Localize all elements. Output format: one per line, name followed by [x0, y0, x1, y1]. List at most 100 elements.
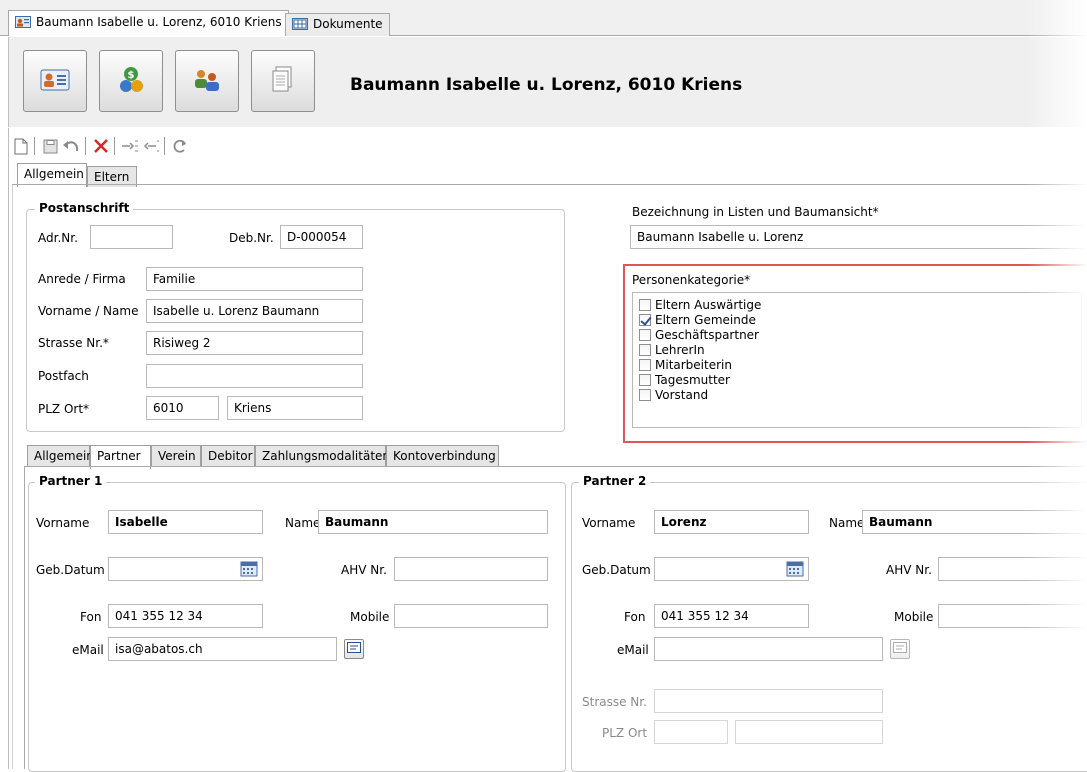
frame-line	[12, 185, 13, 769]
p2-strasse-field[interactable]	[654, 689, 883, 713]
strasse-label: Strasse Nr.*	[38, 336, 109, 350]
category-item[interactable]: Eltern Gemeinde	[639, 313, 756, 327]
postfach-field[interactable]	[146, 364, 363, 388]
send-mail-button[interactable]	[344, 639, 364, 659]
address-button[interactable]	[23, 50, 87, 112]
category-item[interactable]: Geschäftspartner	[639, 328, 759, 342]
separator	[85, 137, 86, 155]
move-in-icon[interactable]	[121, 136, 139, 156]
save-icon[interactable]	[41, 136, 59, 156]
adr-nr-field[interactable]	[90, 225, 173, 249]
checkbox-checked[interactable]	[639, 314, 651, 326]
category-label: Tagesmutter	[655, 373, 730, 387]
bezeichnung-label: Bezeichnung in Listen und Baumansicht*	[632, 205, 879, 219]
move-out-icon[interactable]	[142, 136, 160, 156]
p1-vorname-field[interactable]: Isabelle	[108, 510, 263, 534]
send-mail-button-disabled[interactable]	[890, 639, 910, 659]
category-item[interactable]: LehrerIn	[639, 343, 705, 357]
p1-email-label: eMail	[72, 643, 104, 657]
bezeichnung-field[interactable]: Baumann Isabelle u. Lorenz	[630, 225, 1087, 249]
p2-vorname-label: Vorname	[582, 516, 636, 530]
tab-dokumente[interactable]: Dokumente	[285, 13, 390, 36]
category-label: Mitarbeiterin	[655, 358, 732, 372]
p2-ahv-field[interactable]	[938, 557, 1087, 581]
p1-geb-field[interactable]	[108, 557, 263, 581]
p1-fon-field[interactable]: 041 355 12 34	[108, 604, 263, 628]
p2-email-label: eMail	[617, 643, 649, 657]
new-icon[interactable]	[12, 136, 30, 156]
p2-email-field[interactable]	[654, 637, 883, 661]
svg-text:$: $	[128, 70, 135, 81]
p1-mobile-label: Mobile	[350, 610, 390, 624]
personenkategorie-list: Eltern Auswärtige Eltern Gemeinde Geschä…	[632, 292, 1082, 428]
p2-plz-label: PLZ Ort	[602, 726, 648, 740]
refresh-icon[interactable]	[171, 136, 189, 156]
p2-ahv-label: AHV Nr.	[886, 563, 932, 577]
separator	[164, 137, 165, 155]
p2-geb-label: Geb.Datum	[582, 563, 651, 577]
adr-nr-label: Adr.Nr.	[38, 231, 78, 245]
checkbox[interactable]	[639, 374, 651, 386]
p2-plz-field[interactable]	[654, 720, 728, 744]
tab-kontoverbindung[interactable]: Kontoverbindung	[386, 445, 499, 466]
category-item[interactable]: Mitarbeiterin	[639, 358, 732, 372]
partner1-title: Partner 1	[35, 474, 107, 488]
p2-geb-field[interactable]	[654, 557, 809, 581]
postanschrift-title: Postanschrift	[35, 201, 134, 215]
anrede-label: Anrede / Firma	[38, 272, 126, 286]
category-label: Eltern Auswärtige	[655, 298, 762, 312]
checkbox[interactable]	[639, 299, 651, 311]
p2-name-field[interactable]: Baumann	[862, 510, 1087, 534]
category-label: Geschäftspartner	[655, 328, 759, 342]
tab-debitor[interactable]: Debitor	[201, 445, 255, 466]
postfach-label: Postfach	[38, 369, 89, 383]
strasse-field[interactable]: Risiweg 2	[146, 331, 363, 355]
p1-ahv-field[interactable]	[394, 557, 548, 581]
checkbox[interactable]	[639, 389, 651, 401]
checkbox[interactable]	[639, 344, 651, 356]
plz-field[interactable]: 6010	[146, 396, 219, 420]
anrede-field[interactable]: Familie	[146, 267, 363, 291]
ort-field[interactable]: Kriens	[227, 396, 363, 420]
category-label: LehrerIn	[655, 343, 705, 357]
calendar-icon[interactable]	[240, 561, 258, 577]
p2-mobile-label: Mobile	[894, 610, 934, 624]
p1-ahv-label: AHV Nr.	[341, 563, 387, 577]
finance-button[interactable]: $	[99, 50, 163, 112]
p2-ort-field[interactable]	[735, 720, 883, 744]
calendar-icon[interactable]	[786, 561, 804, 577]
p1-email-field[interactable]: isa@abatos.ch	[108, 637, 337, 661]
category-item[interactable]: Vorstand	[639, 388, 708, 402]
p2-fon-field[interactable]: 041 355 12 34	[654, 604, 809, 628]
tab-dokumente-label: Dokumente	[313, 17, 383, 31]
p1-vorname-label: Vorname	[36, 516, 90, 530]
address-card-icon	[15, 16, 31, 28]
documents-icon	[271, 66, 295, 97]
p1-name-label: Name	[285, 516, 321, 530]
documents-button[interactable]	[251, 50, 315, 112]
p2-vorname-field[interactable]: Lorenz	[654, 510, 809, 534]
grid-table-icon	[292, 18, 308, 30]
undo-icon[interactable]	[62, 136, 80, 156]
checkbox[interactable]	[639, 329, 651, 341]
tab-person-record[interactable]: Baumann Isabelle u. Lorenz, 6010 Kriens	[8, 10, 289, 36]
category-label: Vorstand	[655, 388, 709, 402]
deb-nr-field[interactable]: D-000054	[280, 225, 363, 249]
p2-strasse-label: Strasse Nr.	[582, 695, 647, 709]
p1-geb-label: Geb.Datum	[36, 563, 105, 577]
delete-icon[interactable]	[92, 136, 110, 156]
category-item[interactable]: Tagesmutter	[639, 373, 730, 387]
p2-mobile-field[interactable]	[938, 604, 1087, 628]
vorname-name-field[interactable]: Isabelle u. Lorenz Baumann	[146, 299, 363, 323]
tab-allgemein[interactable]: Allgemein	[27, 445, 94, 466]
people-group-icon	[192, 67, 222, 96]
tab-verein[interactable]: Verein	[151, 445, 201, 466]
p1-mobile-field[interactable]	[394, 604, 548, 628]
checkbox[interactable]	[639, 359, 651, 371]
tab-zahlungsmodalitaeten[interactable]: Zahlungsmodalitäten	[255, 445, 390, 466]
people-button[interactable]	[175, 50, 239, 112]
category-item[interactable]: Eltern Auswärtige	[639, 298, 761, 312]
p1-name-field[interactable]: Baumann	[318, 510, 548, 534]
separator	[34, 137, 35, 155]
p1-fon-label: Fon	[80, 610, 102, 624]
